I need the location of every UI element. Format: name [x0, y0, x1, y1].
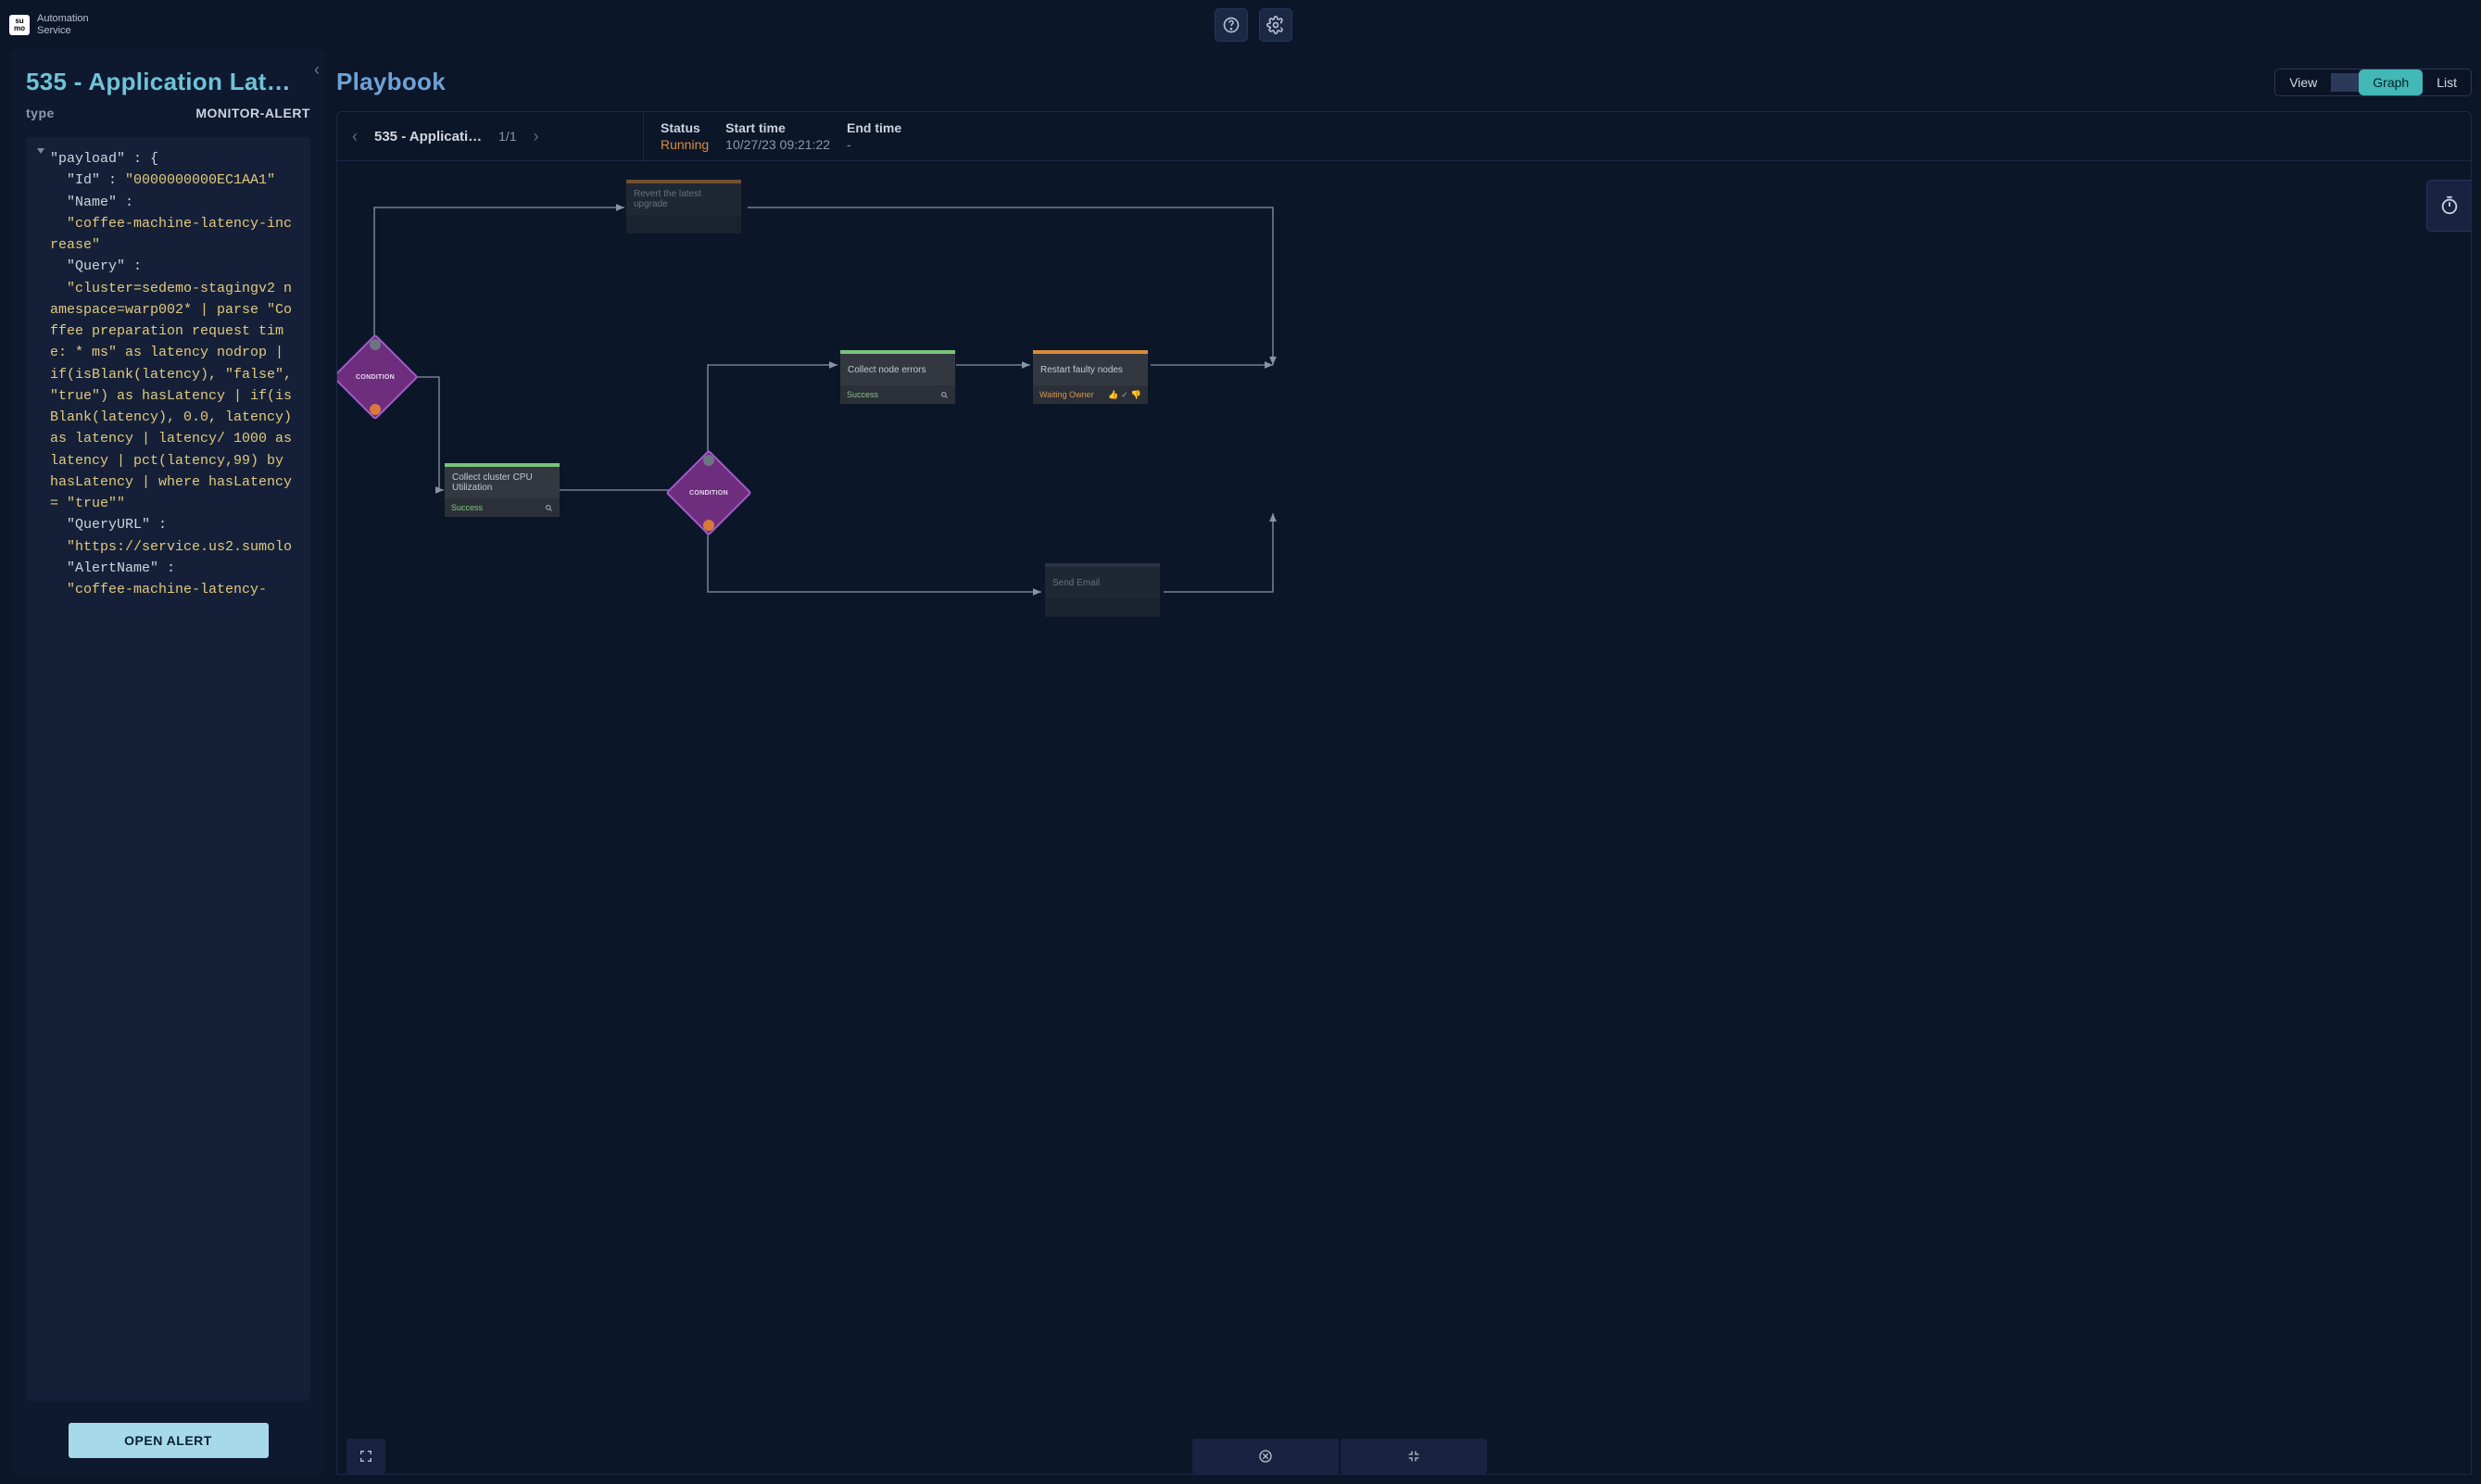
help-icon: [1222, 16, 1240, 34]
canvas-toolbar: [337, 1439, 2471, 1474]
logo-bot: mo: [14, 25, 25, 32]
node-condition-2[interactable]: CONDITION: [678, 462, 739, 523]
type-value: MONITOR-ALERT: [195, 106, 310, 120]
logo-icon: su mo: [9, 15, 30, 35]
code-l1: "payload" : {: [50, 151, 158, 167]
collapse-sidebar-button[interactable]: ‹: [314, 60, 320, 80]
code-l8: "https://service.us2.sumolo: [67, 539, 292, 555]
payload-json-view[interactable]: "payload" : { "Id" : "0000000000EC1AA1" …: [26, 137, 310, 1401]
node-cpu-status: Success: [451, 503, 483, 512]
toggle-graph[interactable]: Graph: [2359, 69, 2423, 95]
divider: [2331, 73, 2359, 92]
brand-subtitle: Service: [37, 25, 89, 36]
node-collect-cpu[interactable]: Collect cluster CPU Utilization Success: [445, 463, 560, 517]
node-errors-label: Collect node errors: [848, 365, 926, 375]
end-block: End time -: [847, 119, 901, 153]
reject-icon[interactable]: 👎: [1131, 390, 1141, 400]
node-cpu-label: Collect cluster CPU Utilization: [452, 472, 552, 493]
view-toggle: View Graph List: [2274, 69, 2472, 96]
fullscreen-button[interactable]: [346, 1439, 385, 1474]
side-panel: ‹ 535 - Application Late… type MONITOR-A…: [9, 49, 327, 1475]
graph-edges: [337, 161, 2471, 1474]
prev-playbook-button[interactable]: ‹: [352, 127, 358, 146]
fit-view-button[interactable]: [1341, 1439, 1487, 1474]
collapse-icon: [1406, 1449, 1421, 1464]
expand-icon: [359, 1449, 373, 1464]
code-l2a: "Id" :: [67, 172, 125, 188]
condition-label: CONDITION: [345, 346, 406, 408]
stopwatch-icon: [2439, 195, 2460, 216]
code-l7: "QueryURL" :: [67, 517, 167, 533]
type-label: type: [26, 106, 55, 120]
playbook-tab-name: 535 - Applicati…: [374, 129, 482, 145]
node-restart-status: Waiting Owner: [1039, 390, 1094, 399]
approve-icon[interactable]: 👍: [1108, 390, 1118, 400]
code-l2b: "0000000000EC1AA1": [125, 172, 275, 188]
end-label: End time: [847, 119, 901, 136]
cancel-icon: [1258, 1449, 1273, 1464]
node-email-label: Send Email: [1052, 578, 1100, 588]
status-label: Status: [661, 119, 709, 136]
brand: su mo Automation Service: [9, 13, 89, 35]
toggle-view[interactable]: View: [2275, 69, 2331, 95]
help-button[interactable]: [1215, 8, 1248, 42]
cancel-run-button[interactable]: [1192, 1439, 1339, 1474]
code-l10: "coffee-machine-latency-: [67, 582, 267, 597]
start-value: 10/27/23 09:21:22: [725, 136, 830, 153]
node-restart-label: Restart faulty nodes: [1040, 365, 1123, 375]
check-icon[interactable]: ✓: [1121, 390, 1128, 400]
settings-button[interactable]: [1259, 8, 1292, 42]
toggle-list[interactable]: List: [2423, 69, 2471, 95]
node-condition-1[interactable]: CONDITION: [345, 346, 406, 408]
code-l9: "AlertName" :: [67, 560, 175, 576]
status-value: Running: [661, 136, 709, 153]
node-send-email[interactable]: Send Email: [1045, 563, 1160, 617]
search-icon[interactable]: [545, 504, 553, 512]
main-area: Playbook View Graph List ‹ 535 - Applica…: [336, 49, 2472, 1475]
playbook-title: Playbook: [336, 68, 446, 96]
gear-icon: [1266, 16, 1285, 34]
start-label: Start time: [725, 119, 830, 136]
graph-canvas[interactable]: CONDITION CONDITION Revert the latest up…: [336, 161, 2472, 1475]
open-alert-button[interactable]: OPEN ALERT: [69, 1423, 269, 1458]
playbook-tab-count: 1/1: [498, 129, 516, 144]
node-collect-errors[interactable]: Collect node errors Success: [840, 350, 955, 404]
code-l5: "Query" :: [67, 258, 142, 274]
brand-title: Automation: [37, 13, 89, 24]
code-l3: "Name" :: [67, 195, 133, 210]
next-playbook-button[interactable]: ›: [534, 127, 539, 146]
code-l6: "cluster=sedemo-stagingv2 namespace=warp…: [50, 281, 300, 512]
node-revert-label: Revert the latest upgrade: [634, 189, 734, 209]
timeline-tab-button[interactable]: [2426, 180, 2471, 232]
code-l4: "coffee-machine-latency-increase": [50, 216, 292, 253]
incident-title: 535 - Application Late…: [26, 68, 294, 96]
condition-label-2: CONDITION: [678, 462, 739, 523]
end-value: -: [847, 136, 901, 153]
node-revert-upgrade[interactable]: Revert the latest upgrade: [626, 180, 741, 233]
start-block: Start time 10/27/23 09:21:22: [725, 119, 830, 153]
status-block: Status Running: [661, 119, 709, 153]
search-icon[interactable]: [940, 391, 949, 399]
playbook-subheader: ‹ 535 - Applicati… 1/1 › Status Running …: [336, 111, 2472, 161]
node-errors-status: Success: [847, 390, 878, 399]
brand-text: Automation Service: [37, 13, 89, 35]
node-restart-nodes[interactable]: Restart faulty nodes Waiting Owner 👍 ✓ 👎: [1033, 350, 1148, 404]
app-topbar: su mo Automation Service: [0, 0, 1302, 49]
